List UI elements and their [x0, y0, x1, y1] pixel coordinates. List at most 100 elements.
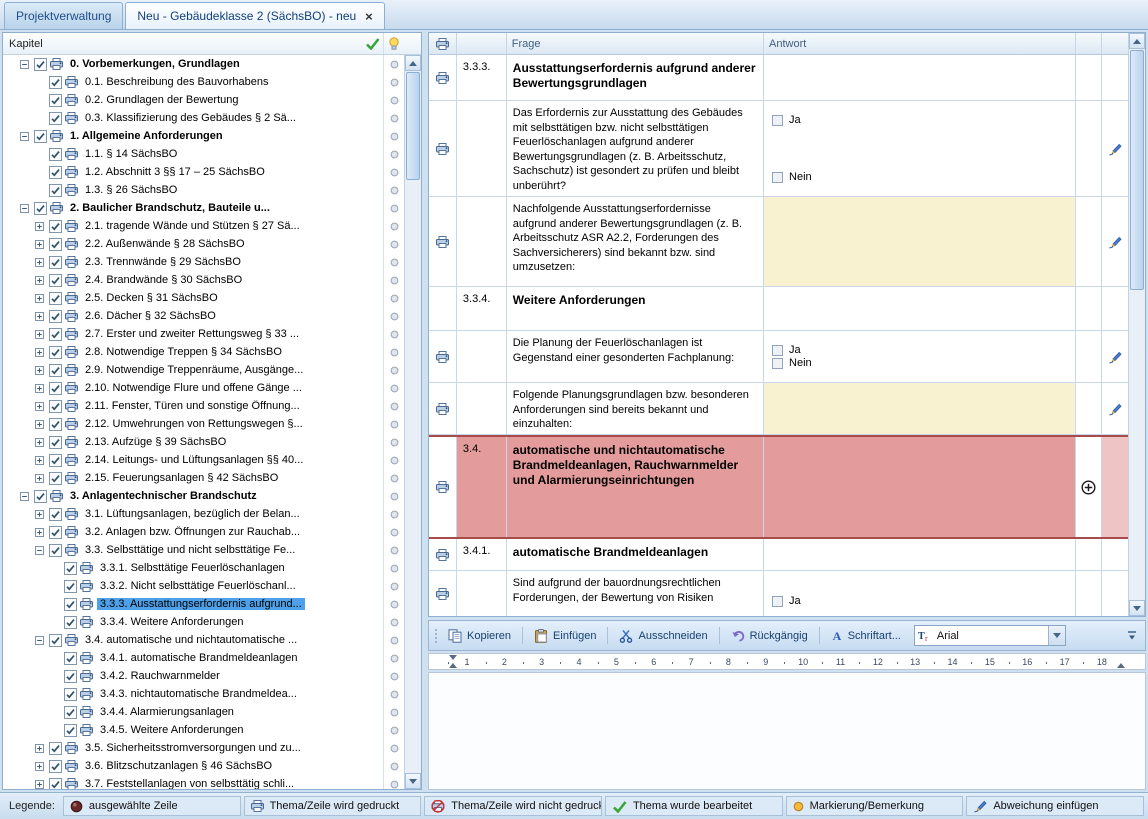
deviation-pen-icon[interactable]: [1108, 142, 1122, 156]
expand-icon[interactable]: [32, 743, 47, 753]
tree-checkbox-checked[interactable]: [32, 489, 48, 503]
tree-item[interactable]: 2.4. Brandwände § 30 SächsBO: [3, 271, 404, 289]
tree-checkbox-checked[interactable]: [47, 219, 63, 233]
tree-checkbox-checked[interactable]: [47, 741, 63, 755]
expand-icon[interactable]: [32, 419, 47, 429]
tree-checkbox-checked[interactable]: [47, 147, 63, 161]
table-question-row[interactable]: Das Erfordernis zur Ausstattung des Gebä…: [429, 101, 1128, 197]
toolbar-button-schriftart[interactable]: A Schriftart...: [825, 626, 907, 645]
remark-dot[interactable]: [383, 235, 404, 253]
tree-item[interactable]: 0.2. Grundlagen der Bewertung: [3, 91, 404, 109]
tree-item[interactable]: 2.8. Notwendige Treppen § 34 SächsBO: [3, 343, 404, 361]
remark-dot[interactable]: [383, 757, 404, 775]
toolbar-overflow-button[interactable]: [1124, 624, 1140, 648]
remark-dot[interactable]: [383, 91, 404, 109]
first-line-indent-marker[interactable]: [449, 655, 457, 660]
answer-text-field[interactable]: [764, 197, 1077, 286]
collapse-icon[interactable]: [32, 635, 47, 645]
tree-item[interactable]: 2.1. tragende Wände und Stützen § 27 Sä.…: [3, 217, 404, 235]
collapse-icon[interactable]: [17, 491, 32, 501]
remark-dot[interactable]: [383, 415, 404, 433]
tree-checkbox-checked[interactable]: [47, 237, 63, 251]
expand-icon[interactable]: [32, 311, 47, 321]
tree-item[interactable]: 3.1. Lüftungsanlagen, bezüglich der Bela…: [3, 505, 404, 523]
table-section-row[interactable]: 3.3.3. Ausstattungserfordernis aufgrund a…: [429, 55, 1128, 101]
expand-icon[interactable]: [32, 437, 47, 447]
remark-dot[interactable]: [383, 739, 404, 757]
expand-icon[interactable]: [32, 329, 47, 339]
tree-item[interactable]: 3. Anlagentechnischer Brandschutz: [3, 487, 404, 505]
tab-projektverwaltung[interactable]: Projektverwaltung: [4, 2, 124, 29]
remark-dot[interactable]: [383, 163, 404, 181]
tree-item[interactable]: 0. Vorbemerkungen, Grundlagen: [3, 55, 404, 73]
toolbar-button-kopieren[interactable]: Kopieren: [442, 626, 517, 646]
remark-dot[interactable]: [383, 631, 404, 649]
remark-dot[interactable]: [383, 325, 404, 343]
tree-item[interactable]: 2.11. Fenster, Türen und sonstige Öffnun…: [3, 397, 404, 415]
insert-row-icon[interactable]: [1081, 479, 1096, 495]
remark-dot[interactable]: [383, 217, 404, 235]
tree-item[interactable]: 3.3.1. Selbsttätige Feuerlöschanlagen: [3, 559, 404, 577]
remark-dot[interactable]: [383, 127, 404, 145]
tree-checkbox-checked[interactable]: [62, 687, 78, 701]
deviation-pen-icon[interactable]: [1108, 235, 1122, 249]
remark-dot[interactable]: [383, 433, 404, 451]
scroll-down-button[interactable]: [1129, 600, 1145, 616]
right-indent-marker[interactable]: [1117, 663, 1125, 668]
remark-dot[interactable]: [383, 109, 404, 127]
tree-checkbox-checked[interactable]: [32, 57, 48, 71]
tree-checkbox-checked[interactable]: [47, 93, 63, 107]
tree-item[interactable]: 2.14. Leitungs- und Lüftungsanlagen §§ 4…: [3, 451, 404, 469]
collapse-icon[interactable]: [32, 545, 47, 555]
tree-checkbox-checked[interactable]: [47, 399, 63, 413]
tree-checkbox-checked[interactable]: [47, 471, 63, 485]
scrollbar-thumb[interactable]: [1130, 50, 1144, 290]
tree-checkbox-checked[interactable]: [32, 201, 48, 215]
tree-checkbox-checked[interactable]: [62, 561, 78, 575]
tree-item[interactable]: 3.4.3. nichtautomatische Brandmeldea...: [3, 685, 404, 703]
expand-icon[interactable]: [32, 221, 47, 231]
table-scrollbar[interactable]: [1128, 33, 1145, 616]
expand-icon[interactable]: [32, 779, 47, 789]
expand-icon[interactable]: [32, 293, 47, 303]
tree-item[interactable]: 2.12. Umwehrungen von Rettungswegen §...: [3, 415, 404, 433]
collapse-icon[interactable]: [17, 131, 32, 141]
expand-icon[interactable]: [32, 455, 47, 465]
tree-checkbox-checked[interactable]: [47, 777, 63, 789]
remark-dot[interactable]: [383, 559, 404, 577]
table-question-row[interactable]: Sind aufgrund der bauordnungsrechtlichen…: [429, 571, 1128, 616]
deviation-cell[interactable]: [1102, 197, 1128, 286]
remark-dot[interactable]: [383, 145, 404, 163]
remark-dot[interactable]: [383, 577, 404, 595]
remark-dot[interactable]: [383, 379, 404, 397]
tree-checkbox-checked[interactable]: [47, 327, 63, 341]
remark-dot[interactable]: [383, 595, 404, 613]
remark-dot[interactable]: [383, 451, 404, 469]
tree-item[interactable]: 1.3. § 26 SächsBO: [3, 181, 404, 199]
tree-checkbox-checked[interactable]: [47, 507, 63, 521]
tree-item[interactable]: 2. Baulicher Brandschutz, Bauteile u...: [3, 199, 404, 217]
tree-checkbox-checked[interactable]: [62, 705, 78, 719]
expand-icon[interactable]: [32, 401, 47, 411]
left-indent-marker[interactable]: [449, 663, 457, 668]
table-section-row[interactable]: 3.4. automatische und nichtautomatische B…: [429, 435, 1128, 539]
tree-checkbox-checked[interactable]: [62, 615, 78, 629]
tree-item[interactable]: 3.4. automatische und nichtautomatische …: [3, 631, 404, 649]
tree-item[interactable]: 0.3. Klassifizierung des Gebäudes § 2 Sä…: [3, 109, 404, 127]
remark-dot[interactable]: [383, 289, 404, 307]
deviation-pen-icon[interactable]: [1108, 402, 1122, 416]
text-editor-area[interactable]: [428, 672, 1146, 790]
tree-item[interactable]: 1.2. Abschnitt 3 §§ 17 – 25 SächsBO: [3, 163, 404, 181]
collapse-icon[interactable]: [17, 203, 32, 213]
remark-dot[interactable]: [383, 703, 404, 721]
remark-dot[interactable]: [383, 487, 404, 505]
tree-item[interactable]: 2.9. Notwendige Treppenräume, Ausgänge..…: [3, 361, 404, 379]
remark-dot[interactable]: [383, 649, 404, 667]
remark-dot[interactable]: [383, 271, 404, 289]
expand-icon[interactable]: [32, 473, 47, 483]
font-family-combo[interactable]: Tr Arial: [913, 625, 1066, 646]
tree-checkbox-checked[interactable]: [47, 435, 63, 449]
tree-checkbox-checked[interactable]: [47, 525, 63, 539]
tree-item[interactable]: 2.7. Erster und zweiter Rettungsweg § 33…: [3, 325, 404, 343]
remark-dot[interactable]: [383, 307, 404, 325]
